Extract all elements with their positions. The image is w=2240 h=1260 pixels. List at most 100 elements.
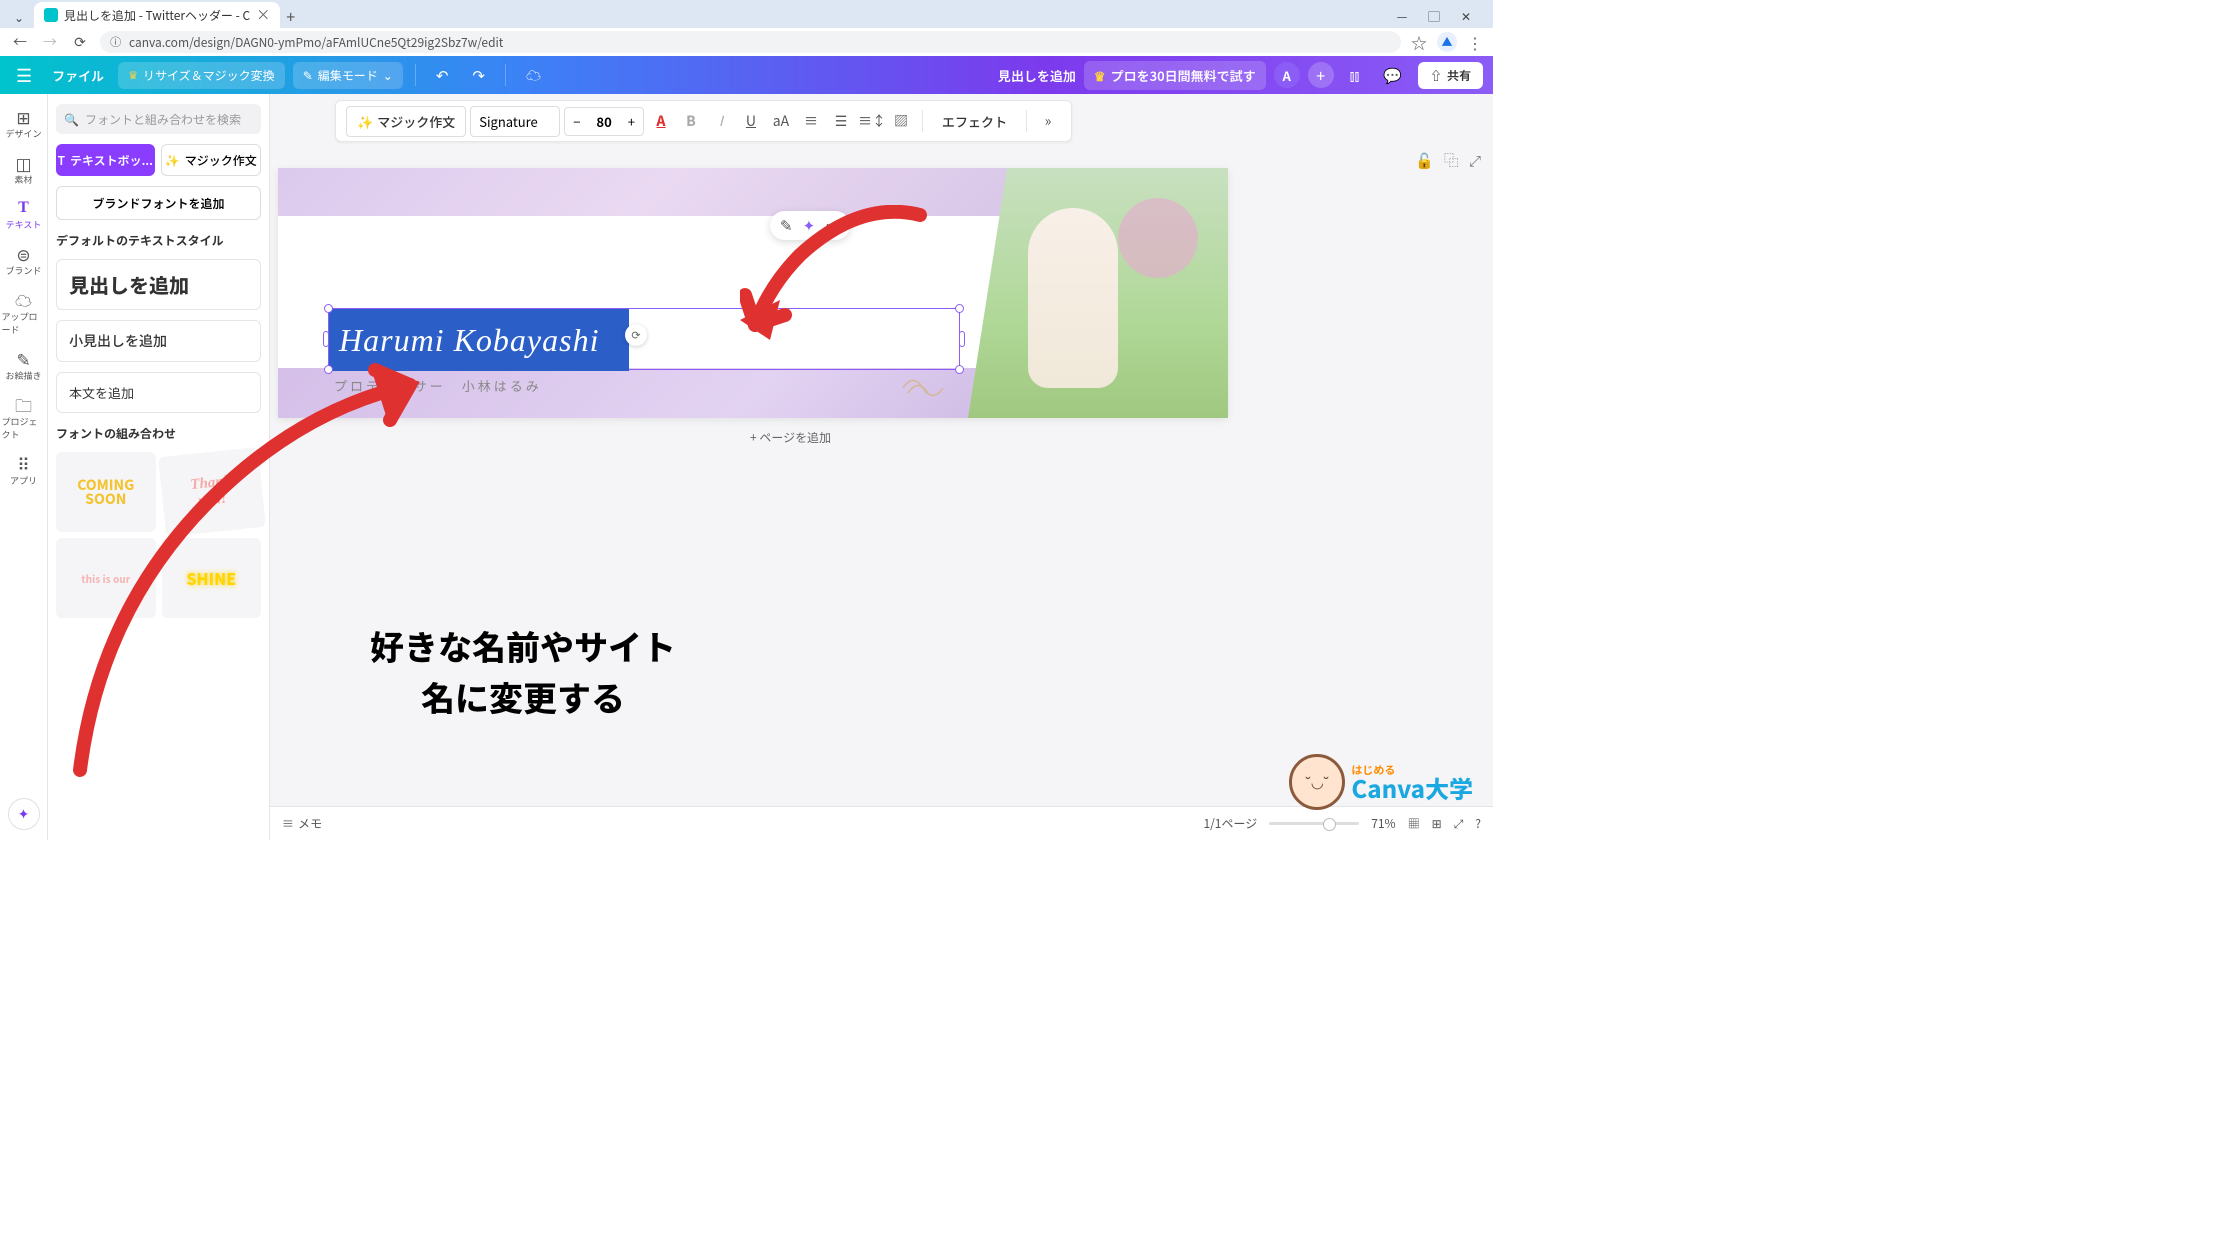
close-tab-icon[interactable]: × bbox=[256, 5, 270, 25]
share-button[interactable]: ⇧ 共有 bbox=[1418, 62, 1483, 89]
rail-apps[interactable]: ⠿アプリ bbox=[2, 449, 46, 493]
text-color-button[interactable]: A bbox=[648, 111, 674, 131]
more-icon[interactable]: ⋯ bbox=[825, 215, 840, 236]
font-combo-card[interactable]: Thank you! bbox=[158, 447, 265, 537]
font-selector[interactable]: Signature bbox=[470, 106, 560, 137]
design-page[interactable]: Harumi Kobayashi プロデューサー 小林はるみ bbox=[278, 168, 1228, 418]
help-icon[interactable]: ? bbox=[1475, 815, 1481, 832]
add-textbox-button[interactable]: T テキストボッ... bbox=[56, 144, 155, 176]
duplicate-page-icon[interactable]: ⿻ bbox=[1444, 150, 1459, 171]
subheading-style-card[interactable]: 小見出しを追加 bbox=[56, 320, 261, 362]
resize-handle[interactable] bbox=[955, 365, 964, 374]
align-button[interactable]: ≡ bbox=[798, 111, 824, 131]
workspace[interactable]: 🔓 ⿻ ⤢ Harumi Kobayashi bbox=[270, 94, 1493, 840]
zoom-percent[interactable]: 71% bbox=[1371, 815, 1395, 832]
add-page-button[interactable]: + ページを追加 bbox=[750, 429, 831, 446]
minimize-icon[interactable]: — bbox=[1387, 4, 1417, 28]
font-size-value[interactable]: 80 bbox=[588, 108, 619, 135]
italic-button[interactable]: I bbox=[708, 111, 734, 131]
heading-style-card[interactable]: 見出しを追加 bbox=[56, 259, 261, 310]
undo-button[interactable]: ↶ bbox=[428, 65, 457, 86]
resize-handle[interactable] bbox=[324, 304, 333, 313]
page-indicator[interactable]: 1/1ページ bbox=[1203, 815, 1257, 832]
spacing-button[interactable]: ≡↕ bbox=[858, 111, 884, 131]
edit-mode-button[interactable]: ✎ 編集モード ⌄ bbox=[293, 62, 403, 89]
redo-button[interactable]: ↷ bbox=[464, 65, 493, 86]
notes-button[interactable]: ≡ メモ bbox=[282, 815, 322, 832]
magic-write-button[interactable]: ✨ マジック作文 bbox=[161, 144, 262, 176]
document-title[interactable]: 見出しを追加 bbox=[998, 66, 1076, 85]
body-style-card[interactable]: 本文を追加 bbox=[56, 372, 261, 413]
decrease-size-button[interactable]: − bbox=[565, 108, 588, 135]
rail-elements[interactable]: ◫素材 bbox=[2, 148, 46, 192]
crown-icon: ♛ bbox=[128, 67, 138, 83]
pro-trial-button[interactable]: ♛ プロを30日間無料で試す bbox=[1084, 61, 1266, 90]
rail-design[interactable]: ⊞デザイン bbox=[2, 102, 46, 146]
close-window-icon[interactable]: ✕ bbox=[1451, 4, 1481, 28]
magic-icon[interactable]: ✦ bbox=[803, 215, 816, 236]
transparency-button[interactable]: ▨ bbox=[888, 111, 914, 131]
back-button[interactable]: ← bbox=[10, 32, 30, 52]
url-input[interactable]: ⓘ canva.com/design/DAGN0-ymPmo/aFAmlUCne… bbox=[100, 31, 1401, 53]
resize-handle[interactable] bbox=[955, 304, 964, 313]
text-icon: T bbox=[58, 152, 65, 169]
user-avatar[interactable]: A bbox=[1274, 62, 1300, 88]
effects-button[interactable]: エフェクト bbox=[931, 106, 1018, 137]
resize-handle[interactable] bbox=[324, 365, 333, 374]
magic-sparkle-button[interactable]: ✦ bbox=[8, 798, 40, 830]
font-combo-card[interactable]: this is our bbox=[56, 538, 156, 618]
file-menu[interactable]: ファイル bbox=[46, 66, 110, 85]
font-combo-card[interactable]: COMING SOON bbox=[56, 452, 156, 532]
pencil-icon: ✎ bbox=[303, 67, 313, 84]
expand-icon[interactable]: ⤢ bbox=[1469, 150, 1481, 171]
chevron-down-icon: ⌄ bbox=[383, 67, 393, 84]
bookmark-icon[interactable]: ☆ bbox=[1411, 30, 1427, 54]
notes-icon: ≡ bbox=[282, 815, 294, 832]
rail-draw[interactable]: ✎お絵描き bbox=[2, 344, 46, 388]
cloud-sync-icon[interactable]: ☁ bbox=[518, 65, 549, 86]
apps-icon: ⠿ bbox=[17, 455, 29, 472]
browser-tab[interactable]: 見出しを追加 - Twitterヘッダー - C × bbox=[34, 2, 280, 28]
hamburger-menu-icon[interactable]: ☰ bbox=[10, 62, 38, 88]
rotate-handle[interactable]: ⟳ bbox=[625, 324, 647, 346]
forward-button[interactable]: → bbox=[40, 32, 60, 52]
tab-dropdown[interactable]: ⌄ bbox=[8, 6, 30, 28]
comment-icon[interactable]: 💬 bbox=[1375, 65, 1410, 86]
rail-text[interactable]: Tテキスト bbox=[2, 194, 46, 237]
rail-upload[interactable]: ☁アップロード bbox=[2, 285, 46, 342]
font-combo-card[interactable]: SHINE bbox=[162, 538, 262, 618]
more-options-button[interactable]: » bbox=[1035, 111, 1061, 131]
resize-magic-button[interactable]: ♛ リサイズ＆マジック変換 bbox=[118, 62, 285, 89]
rail-projects[interactable]: 🗀プロジェクト bbox=[2, 390, 46, 447]
lock-icon[interactable]: 🔓 bbox=[1415, 150, 1434, 171]
browser-menu-icon[interactable]: ⋮ bbox=[1467, 30, 1483, 54]
signature-text[interactable]: Harumi Kobayashi bbox=[339, 322, 599, 359]
zoom-slider[interactable] bbox=[1269, 822, 1359, 825]
new-tab-button[interactable]: + bbox=[286, 4, 295, 28]
site-info-icon[interactable]: ⓘ bbox=[110, 34, 121, 50]
maximize-icon[interactable]: ▢ bbox=[1419, 4, 1449, 28]
rail-brand[interactable]: ⊜ブランド bbox=[2, 239, 46, 283]
comment-icon[interactable]: ✎ bbox=[780, 215, 793, 236]
crown-icon: ♛ bbox=[1094, 66, 1106, 85]
text-case-button[interactable]: aA bbox=[768, 111, 794, 131]
underline-button[interactable]: U bbox=[738, 111, 764, 131]
bold-button[interactable]: B bbox=[678, 111, 704, 131]
subtitle-text[interactable]: プロデューサー 小林はるみ bbox=[334, 376, 542, 395]
grid-view-icon[interactable]: ▦ bbox=[1408, 815, 1420, 832]
increase-size-button[interactable]: + bbox=[620, 108, 643, 135]
thumbnail-view-icon[interactable]: ⊞ bbox=[1432, 815, 1442, 832]
analytics-icon[interactable]: ⫾⫾ bbox=[1342, 65, 1368, 86]
magic-write-toolbar-button[interactable]: ✨ マジック作文 bbox=[346, 106, 466, 137]
fullscreen-icon[interactable]: ⤢ bbox=[1454, 815, 1464, 832]
default-styles-label: デフォルトのテキストスタイル bbox=[56, 232, 261, 249]
resize-handle[interactable] bbox=[323, 331, 329, 347]
profile-avatar[interactable]: ▲ bbox=[1437, 32, 1457, 52]
font-search-input[interactable]: 🔍 フォントと組み合わせを検索 bbox=[56, 104, 261, 134]
url-text: canva.com/design/DAGN0-ymPmo/aFAmlUCne5Q… bbox=[129, 34, 503, 51]
list-button[interactable]: ☰ bbox=[828, 111, 854, 131]
resize-handle[interactable] bbox=[959, 331, 965, 347]
reload-button[interactable]: ⟳ bbox=[70, 32, 90, 52]
add-brand-fonts-button[interactable]: ブランドフォントを追加 bbox=[56, 186, 261, 220]
add-member-button[interactable]: + bbox=[1308, 62, 1334, 88]
